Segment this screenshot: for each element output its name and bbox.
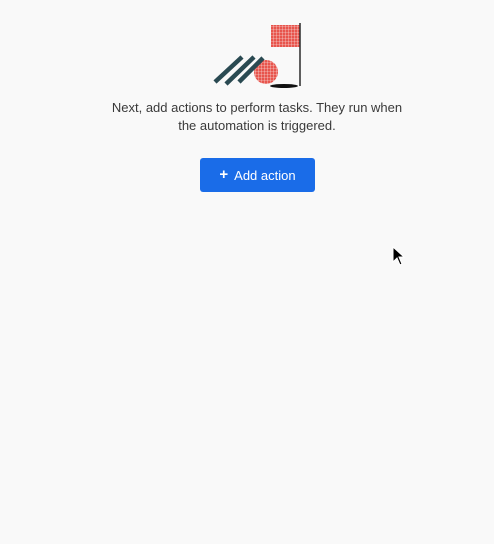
add-action-label: Add action bbox=[234, 167, 296, 183]
mouse-pointer-icon bbox=[392, 246, 406, 266]
add-action-button[interactable]: + Add action bbox=[200, 158, 315, 192]
automation-actions-empty-state: Next, add actions to perform tasks. They… bbox=[0, 0, 494, 544]
plus-icon: + bbox=[219, 166, 229, 183]
flag-shape bbox=[271, 25, 300, 47]
hole-shape bbox=[270, 84, 298, 88]
golf-flag-illustration bbox=[213, 23, 301, 88]
empty-state-message: Next, add actions to perform tasks. They… bbox=[111, 100, 403, 133]
